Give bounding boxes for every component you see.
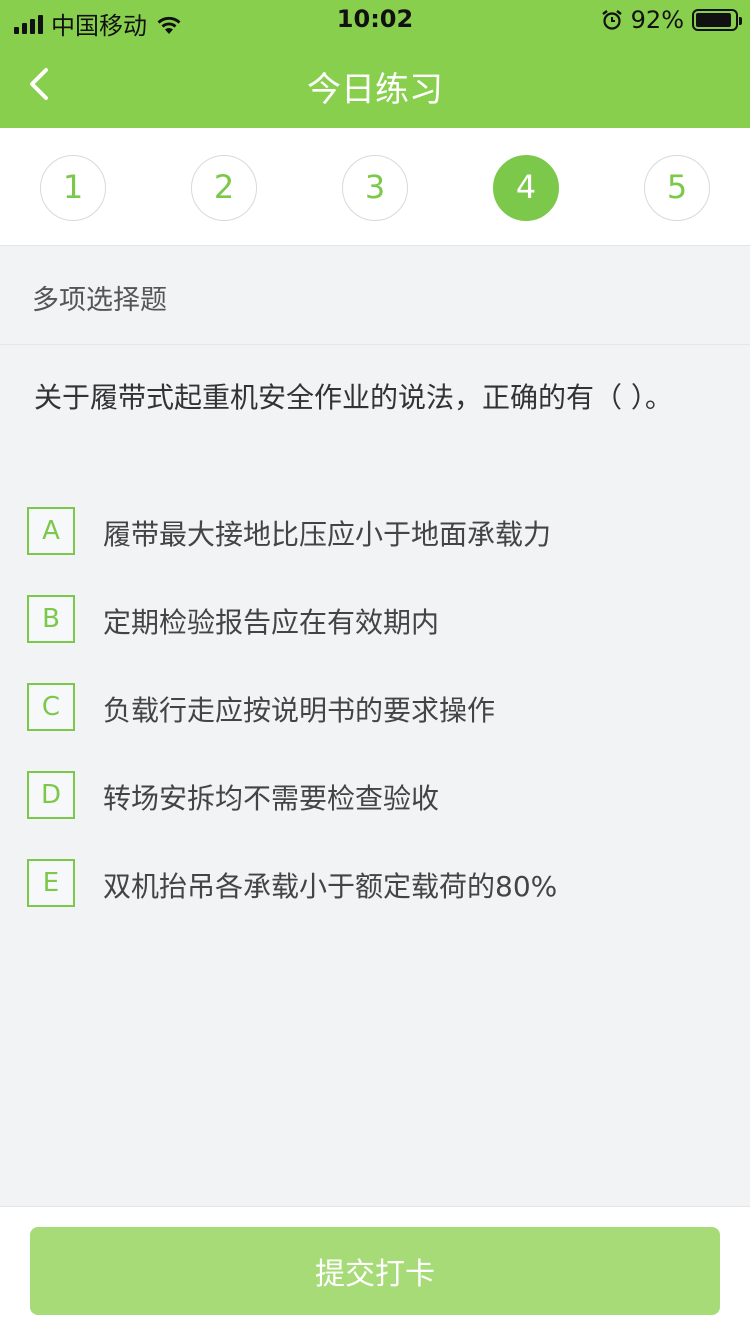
step-5[interactable]: 5: [644, 155, 710, 221]
header: 中国移动 10:02 92% 今日练习: [0, 0, 750, 128]
step-4[interactable]: 4: [493, 155, 559, 221]
battery-fill: [696, 13, 731, 27]
step-2[interactable]: 2: [191, 155, 257, 221]
option-letter: D: [27, 771, 75, 819]
option-a[interactable]: A 履带最大接地比压应小于地面承载力: [27, 507, 727, 555]
step-1[interactable]: 1: [40, 155, 106, 221]
option-letter: A: [27, 507, 75, 555]
status-right: 92%: [601, 6, 742, 34]
submit-checkin-button[interactable]: 提交打卡: [30, 1227, 720, 1315]
footer: 提交打卡: [0, 1206, 750, 1334]
question-type: 多项选择题: [0, 257, 750, 345]
option-b[interactable]: B 定期检验报告应在有效期内: [27, 595, 727, 643]
option-letter: C: [27, 683, 75, 731]
option-text: 双机抬吊各承载小于额定载荷的80%: [103, 870, 558, 903]
battery-percent: 92%: [630, 6, 684, 34]
option-c[interactable]: C 负载行走应按说明书的要求操作: [27, 683, 727, 731]
option-text: 定期检验报告应在有效期内: [103, 606, 440, 639]
question-text: 关于履带式起重机安全作业的说法，正确的有（ ）。: [34, 381, 673, 414]
option-text: 负载行走应按说明书的要求操作: [103, 694, 496, 727]
option-text: 履带最大接地比压应小于地面承载力: [103, 518, 552, 551]
option-letter: B: [27, 595, 75, 643]
question-stepper: 1 2 3 4 5: [0, 128, 750, 246]
page-title: 今日练习: [307, 70, 443, 110]
option-d[interactable]: D 转场安拆均不需要检查验收: [27, 771, 727, 819]
step-3[interactable]: 3: [342, 155, 408, 221]
alarm-icon: [601, 10, 622, 30]
battery-icon: [692, 9, 742, 31]
option-text: 转场安拆均不需要检查验收: [103, 782, 440, 815]
option-letter: E: [27, 859, 75, 907]
option-e[interactable]: E 双机抬吊各承载小于额定载荷的80%: [27, 859, 727, 907]
status-bar: 中国移动 10:02 92%: [0, 0, 750, 40]
